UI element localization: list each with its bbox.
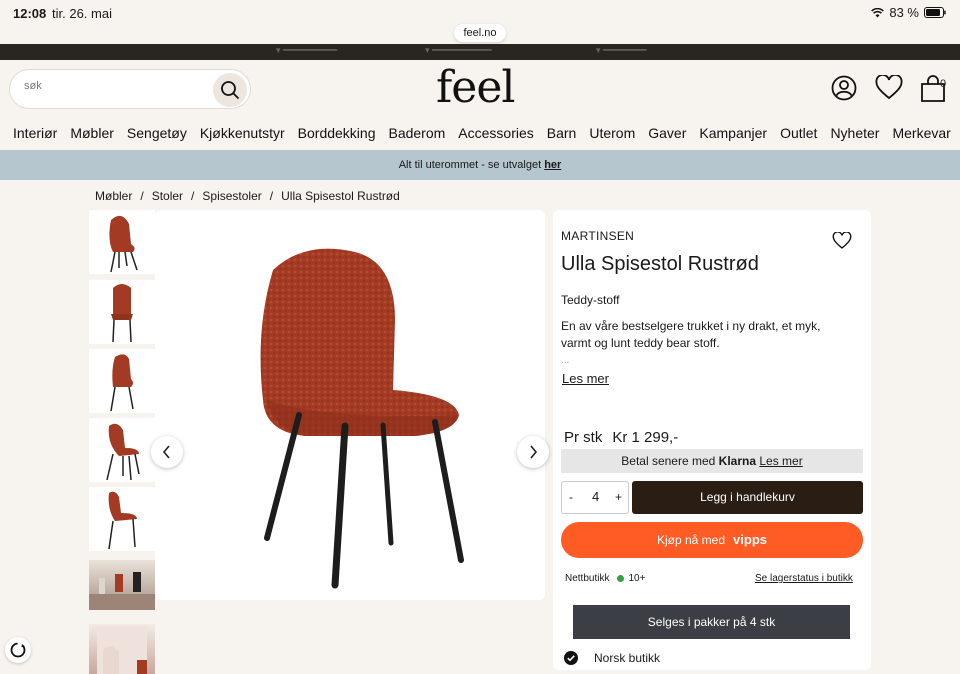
price-row: Pr stk Kr 1 299,- xyxy=(564,429,678,446)
battery-percent: 83 % xyxy=(889,5,919,20)
thumbnail-room-image xyxy=(89,572,155,610)
prev-image-button[interactable] xyxy=(151,436,183,468)
product-main-image[interactable] xyxy=(155,210,545,600)
breadcrumb-separator: / xyxy=(269,189,274,203)
battery-icon xyxy=(924,7,946,18)
price-unit: Pr stk xyxy=(564,429,603,446)
promo-text: Alt til uterommet - se utvalget xyxy=(398,159,545,171)
package-info-button[interactable]: Selges i pakker på 4 stk xyxy=(573,605,850,639)
thumbnail[interactable] xyxy=(89,487,155,551)
heart-icon[interactable] xyxy=(832,232,852,250)
nav-item-furniture[interactable]: Møbler xyxy=(70,125,114,141)
nav-item-campaigns[interactable]: Kampanjer xyxy=(699,125,767,141)
chevron-left-icon xyxy=(162,445,170,459)
search-box[interactable] xyxy=(9,69,251,109)
rotate-lock-button[interactable] xyxy=(5,637,31,663)
wifi-icon xyxy=(871,7,885,17)
thumbnail[interactable] xyxy=(89,560,155,610)
chair-image xyxy=(260,248,464,589)
chevron-right-icon xyxy=(530,445,538,459)
status-date: tir. 26. mai xyxy=(52,6,112,21)
search-icon xyxy=(221,81,240,100)
breadcrumb-separator: / xyxy=(191,189,195,203)
nav-item-kitchen[interactable]: Kjøkkenutstyr xyxy=(200,125,285,141)
product-description: En av våre bestselgere trukket i ny drak… xyxy=(561,319,821,350)
nav-item-bathroom[interactable]: Baderom xyxy=(388,125,445,141)
klarna-prefix: Betal senere med xyxy=(621,454,716,468)
topbar-ghost-3: ▾ ━━━━━━━━ xyxy=(596,45,647,55)
main-nav: Interiør Møbler Sengetøy Kjøkkenutstyr B… xyxy=(13,125,951,141)
quantity-decrease-button[interactable]: - xyxy=(569,490,573,504)
stock-dot-icon xyxy=(617,575,625,582)
online-stock-count: 10+ xyxy=(628,573,646,584)
rotate-icon xyxy=(10,642,26,658)
vipps-buy-button[interactable]: Kjøp nå med vipps xyxy=(561,522,863,558)
thumbnail[interactable] xyxy=(89,349,155,413)
thumbnail[interactable] xyxy=(89,280,155,344)
description-ellipsis: ... xyxy=(561,355,570,366)
user-icon[interactable] xyxy=(831,75,857,101)
thumbnail[interactable] xyxy=(89,210,155,274)
promo-banner: Alt til uterommet - se utvalget her xyxy=(0,150,960,180)
breadcrumb-current: Ulla Spisestol Rustrød xyxy=(281,189,400,203)
product-material: Teddy-stoff xyxy=(561,293,620,307)
klarna-read-more-link[interactable]: Les mer xyxy=(759,454,802,468)
search-button[interactable] xyxy=(213,73,247,107)
nav-item-accessories[interactable]: Accessories xyxy=(458,125,533,141)
usp-text: Norsk butikk xyxy=(594,651,661,665)
vipps-logo: vipps xyxy=(733,532,767,547)
topbar-ghost-2: ▾ ━━━━━━━━━━━ xyxy=(425,45,492,55)
thumbnail-chair-image xyxy=(111,284,133,343)
search-input[interactable] xyxy=(24,80,204,92)
vipps-prefix: Kjøp nå med xyxy=(656,533,726,547)
next-image-button[interactable] xyxy=(517,436,549,468)
site-logo[interactable]: feel xyxy=(436,62,515,113)
thumbnail[interactable] xyxy=(89,418,155,482)
thumbnail-chair-image xyxy=(106,423,140,481)
thumbnail-chair-image xyxy=(110,354,134,412)
nav-item-kids[interactable]: Barn xyxy=(547,125,577,141)
thumbnail-chair-image xyxy=(109,215,138,273)
klarna-banner: Betal senere med Klarna Les mer xyxy=(561,449,863,473)
quantity-value[interactable]: 4 xyxy=(592,489,599,504)
nav-item-outlet[interactable]: Outlet xyxy=(780,125,817,141)
nav-item-news[interactable]: Nyheter xyxy=(830,125,879,141)
usp-norsk-butikk: Norsk butikk xyxy=(564,651,660,665)
breadcrumb-chairs[interactable]: Stoler xyxy=(152,189,183,203)
product-brand[interactable]: MARTINSEN xyxy=(561,229,634,243)
quantity-increase-button[interactable]: + xyxy=(615,490,622,504)
klarna-logo: Klarna xyxy=(718,454,757,468)
nav-item-bedding[interactable]: Sengetøy xyxy=(127,125,187,141)
online-stock: Nettbutikk 10+ xyxy=(565,573,645,584)
nav-item-brands[interactable]: Merkevar xyxy=(892,125,950,141)
online-stock-label: Nettbutikk xyxy=(565,573,610,584)
product-title: Ulla Spisestol Rustrød xyxy=(561,253,759,275)
status-right: 83 % xyxy=(871,5,946,20)
check-circle-icon xyxy=(564,651,578,665)
breadcrumb-dining-chairs[interactable]: Spisestoler xyxy=(202,189,261,203)
thumbnail-chair-image xyxy=(108,491,137,550)
topbar-ghost-1: ▾ ━━━━━━━━━━ xyxy=(276,45,338,55)
cart-count: 0 xyxy=(940,78,947,90)
breadcrumb: Møbler / Stoler / Spisestoler / Ulla Spi… xyxy=(95,189,400,203)
nav-item-outdoor[interactable]: Uterom xyxy=(589,125,635,141)
read-more-link[interactable]: Les mer xyxy=(562,371,609,386)
price-value: Kr 1 299,- xyxy=(612,429,679,446)
nav-item-tableware[interactable]: Borddekking xyxy=(298,125,376,141)
promo-link[interactable]: her xyxy=(544,159,561,171)
store-stock-link[interactable]: Se lagerstatus i butikk xyxy=(755,573,853,584)
status-time: 12:08 xyxy=(13,6,47,21)
heart-icon[interactable] xyxy=(875,75,903,101)
nav-item-interior[interactable]: Interiør xyxy=(13,125,57,141)
status-bar: 12:08 tir. 26. mai 83 % xyxy=(0,0,960,26)
quantity-stepper: - 4 + xyxy=(561,481,629,514)
breadcrumb-furniture[interactable]: Møbler xyxy=(95,189,132,203)
breadcrumb-separator: / xyxy=(140,189,144,203)
usp-topbar: ▾ ━━━━━━━━━━ ▾ ━━━━━━━━━━━ ▾ ━━━━━━━━ xyxy=(0,44,960,60)
nav-item-gifts[interactable]: Gaver xyxy=(648,125,686,141)
url-pill[interactable]: feel.no xyxy=(454,24,506,42)
add-to-cart-button[interactable]: Legg i handlekurv xyxy=(632,481,863,514)
